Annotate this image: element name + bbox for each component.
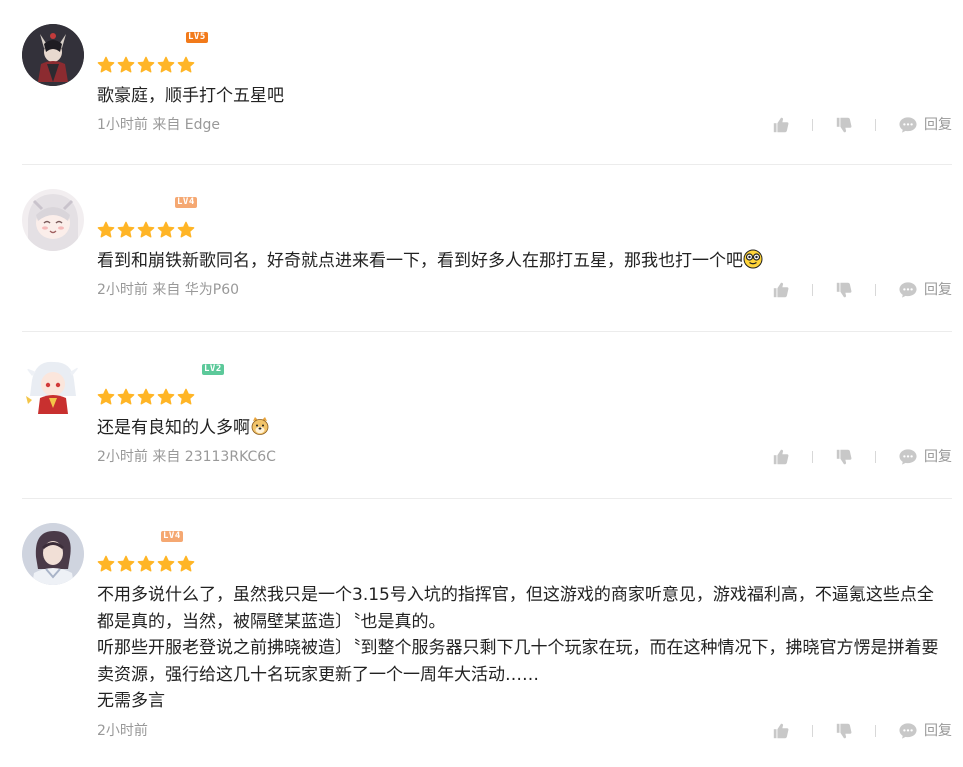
dislike-button[interactable]: [835, 722, 853, 740]
star-icon: [157, 221, 175, 238]
comment-item: LV4 不用多说什么了，虽然我只是一个3.15号入坑的指挥官，但这游戏的商家听意…: [22, 499, 952, 763]
comment-list: LV5 歌豪庭，顺手打个五星吧 1小时前 来自 Edge 回复 LV4 看到和崩…: [0, 0, 963, 763]
reply-label: 回复: [924, 282, 952, 298]
like-button[interactable]: [772, 448, 790, 466]
reply-button[interactable]: 回复: [898, 447, 952, 467]
comment-time-source: 2小时前 来自 华为P60: [97, 282, 240, 298]
divider: [812, 119, 813, 131]
star-icon: [157, 555, 175, 572]
thumbs-down-icon: [836, 282, 852, 298]
thumbs-down-icon: [836, 117, 852, 133]
comment-bubble-icon: [899, 449, 917, 465]
comment-bubble-icon: [899, 117, 917, 133]
avatar[interactable]: [22, 24, 84, 86]
dislike-button[interactable]: [835, 116, 853, 134]
comment-item: LV2 还是有良知的人多啊 2小时前 来自 23113RKC6C 回复: [22, 332, 952, 499]
star-icon: [177, 221, 195, 238]
star-icon: [157, 56, 175, 73]
level-badge: LV4: [161, 531, 183, 542]
comment-text: 不用多说什么了，虽然我只是一个3.15号入坑的指挥官，但这游戏的商家听意见，游戏…: [97, 585, 939, 711]
star-rating: [97, 388, 952, 406]
star-icon: [117, 56, 135, 73]
level-badge: LV5: [186, 32, 208, 43]
reply-button[interactable]: 回复: [898, 721, 952, 741]
avatar[interactable]: [22, 189, 84, 251]
reply-button[interactable]: 回复: [898, 115, 952, 135]
divider: [875, 284, 876, 296]
reply-label: 回复: [924, 449, 952, 465]
thumbs-down-icon: [836, 449, 852, 465]
thumbs-up-icon: [773, 117, 789, 133]
divider: [875, 724, 876, 737]
like-button[interactable]: [772, 116, 790, 134]
star-icon: [117, 555, 135, 572]
star-icon: [137, 56, 155, 73]
star-icon: [97, 56, 115, 73]
like-button[interactable]: [772, 722, 790, 740]
reply-button[interactable]: 回复: [898, 280, 952, 300]
dislike-button[interactable]: [835, 448, 853, 466]
star-icon: [117, 221, 135, 238]
comment-text: 看到和崩铁新歌同名，好奇就点进来看一下，看到好多人在那打五星，那我也打一个吧: [97, 248, 947, 274]
comment-item: LV4 看到和崩铁新歌同名，好奇就点进来看一下，看到好多人在那打五星，那我也打一…: [22, 165, 952, 332]
star-icon: [177, 555, 195, 572]
star-rating: [97, 555, 952, 573]
comment-time-source: 2小时前: [97, 722, 148, 739]
divider: [812, 451, 813, 463]
like-button[interactable]: [772, 281, 790, 299]
thumbs-up-icon: [773, 723, 789, 738]
dislike-button[interactable]: [835, 281, 853, 299]
thumbs-up-icon: [773, 282, 789, 298]
comment-text: 还是有良知的人多啊: [97, 415, 947, 441]
doge-emoji-icon: [251, 417, 269, 435]
star-icon: [137, 555, 155, 572]
divider: [875, 451, 876, 463]
star-icon: [117, 388, 135, 405]
divider: [812, 724, 813, 737]
star-icon: [97, 221, 115, 238]
comment-bubble-icon: [899, 282, 917, 298]
comment-time-source: 1小时前 来自 Edge: [97, 117, 221, 133]
thumbs-down-icon: [836, 723, 852, 738]
level-badge: LV4: [175, 197, 197, 208]
comment-time-source: 2小时前 来自 23113RKC6C: [97, 449, 276, 465]
star-icon: [157, 388, 175, 405]
sunglasses-emoji-icon: [743, 249, 763, 269]
thumbs-up-icon: [773, 449, 789, 465]
star-rating: [97, 56, 952, 74]
star-icon: [97, 555, 115, 572]
reply-label: 回复: [924, 722, 952, 739]
comment-bubble-icon: [899, 722, 917, 739]
divider: [812, 284, 813, 296]
avatar[interactable]: [22, 356, 84, 418]
comment-item: LV5 歌豪庭，顺手打个五星吧 1小时前 来自 Edge 回复: [22, 0, 952, 165]
comment-text: 歌豪庭，顺手打个五星吧: [97, 86, 284, 106]
star-icon: [137, 388, 155, 405]
avatar[interactable]: [22, 523, 84, 585]
star-icon: [137, 221, 155, 238]
divider: [875, 119, 876, 131]
star-icon: [177, 388, 195, 405]
star-icon: [177, 56, 195, 73]
level-badge: LV2: [202, 364, 224, 375]
star-icon: [97, 388, 115, 405]
reply-label: 回复: [924, 117, 952, 133]
star-rating: [97, 221, 952, 239]
